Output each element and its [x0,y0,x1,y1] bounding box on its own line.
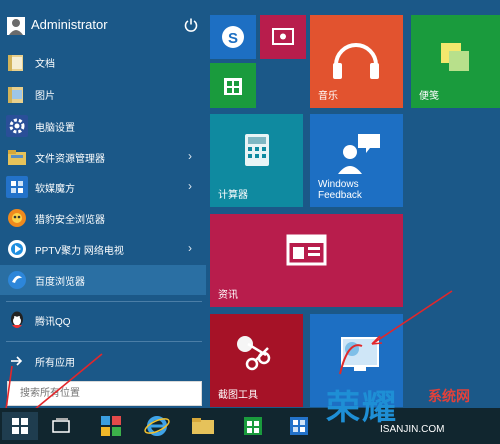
site-watermark: 荣耀 系统网 ISANJIN.COM [320,380,500,444]
ruanmei-mofang-icon [6,176,28,198]
pptv-icon [6,238,28,260]
file-explorer-icon [6,146,28,168]
taskbar-internet-explorer[interactable] [142,412,172,440]
watermark-url: ISANJIN.COM [380,424,445,435]
folder-icon [192,418,214,434]
qq-icon [6,309,28,331]
tile-skype[interactable]: S [210,15,256,59]
task-view-button[interactable] [46,412,76,440]
tile-label: 便笺 [419,91,439,102]
menu-item-label: 腾讯QQ [35,317,71,328]
tile-label: 截图工具 [218,390,258,401]
tile-label: Windows Feedback [318,179,362,201]
menu-item-documents[interactable]: 文档 [0,47,206,77]
baidu-browser-icon [6,269,28,291]
windows-logo-icon [12,418,28,434]
tile-snipping-tool[interactable]: 截图工具 [210,314,303,407]
ruanmei-mofang-icon [290,417,308,435]
menu-item-baidu-browser[interactable]: 百度浏览器 [0,265,206,295]
user-avatar-icon [7,17,25,35]
menu-divider [6,341,202,342]
start-tiles-pane: S 音乐 便笺 计算器 Windows Feedback 资讯 截图工具 [206,0,500,408]
tile-sticky-notes[interactable]: 便笺 [411,15,500,108]
taskbar-ruanmei-mofang[interactable] [284,412,314,440]
folder-icon [6,83,28,105]
all-apps-button[interactable]: 所有应用 [0,346,206,376]
chevron-right-icon[interactable]: › [188,149,192,163]
metro-tiles-icon [101,416,121,436]
search-box[interactable] [7,381,202,406]
start-menu-left-pane: Administrator 文档 图片 电脑设置 文件资源管理器 › 软媒魔方 … [0,0,206,408]
menu-item-pc-settings[interactable]: 电脑设置 [0,111,206,141]
tile-windows-feedback[interactable]: Windows Feedback [310,114,403,207]
all-apps-label: 所有应用 [35,358,75,369]
menu-item-label: 猎豹安全浏览器 [35,215,105,226]
menu-item-label: 图片 [35,91,55,102]
video-icon [272,28,294,45]
taskbar-app-tiles[interactable] [96,412,126,440]
tile-label: 音乐 [318,91,338,102]
liebao-browser-icon [6,207,28,229]
watermark-brand: 荣耀 [326,389,398,427]
menu-item-label: 软媒魔方 [35,184,75,195]
settings-icon [6,115,28,137]
internet-explorer-icon [144,416,170,436]
menu-item-file-explorer[interactable]: 文件资源管理器 › [0,142,206,172]
menu-divider [6,301,202,302]
task-view-icon [52,418,70,433]
menu-item-label: PPTV聚力 网络电视 [35,246,124,257]
folder-icon [6,51,28,73]
svg-text:S: S [228,30,238,47]
tile-store[interactable] [210,63,256,108]
news-icon [286,234,327,266]
menu-item-pictures[interactable]: 图片 [0,79,206,109]
menu-item-label: 电脑设置 [35,123,75,134]
taskbar-store[interactable] [238,412,268,440]
tile-label: 计算器 [218,190,248,201]
store-icon [244,417,262,435]
skype-icon: S [222,26,244,48]
menu-item-ruanmei-mofang[interactable]: 软媒魔方 › [0,172,206,202]
arrow-right-icon [6,350,28,372]
user-account-row[interactable]: Administrator [0,8,206,42]
menu-item-label: 百度浏览器 [35,277,85,288]
menu-item-tencent-qq[interactable]: 腾讯QQ [0,305,206,335]
start-button[interactable] [2,412,38,440]
menu-item-pptv[interactable]: PPTV聚力 网络电视 › [0,234,206,264]
watermark-brand-suffix: 系统网 [428,388,470,404]
tile-music[interactable]: 音乐 [310,15,403,108]
search-input[interactable] [8,382,201,405]
menu-item-label: 文件资源管理器 [35,154,105,165]
power-icon[interactable] [184,18,198,32]
tile-video[interactable] [260,15,306,59]
tile-calculator[interactable]: 计算器 [210,114,303,207]
chevron-right-icon[interactable]: › [188,241,192,255]
tile-news[interactable]: 资讯 [210,214,403,307]
taskbar-file-explorer[interactable] [188,412,218,440]
menu-item-liebao-browser[interactable]: 猎豹安全浏览器 [0,203,206,233]
chevron-right-icon[interactable]: › [188,179,192,193]
store-icon [224,78,242,95]
tile-label: 资讯 [218,290,238,301]
menu-item-label: 文档 [35,59,55,70]
user-name: Administrator [31,17,108,32]
